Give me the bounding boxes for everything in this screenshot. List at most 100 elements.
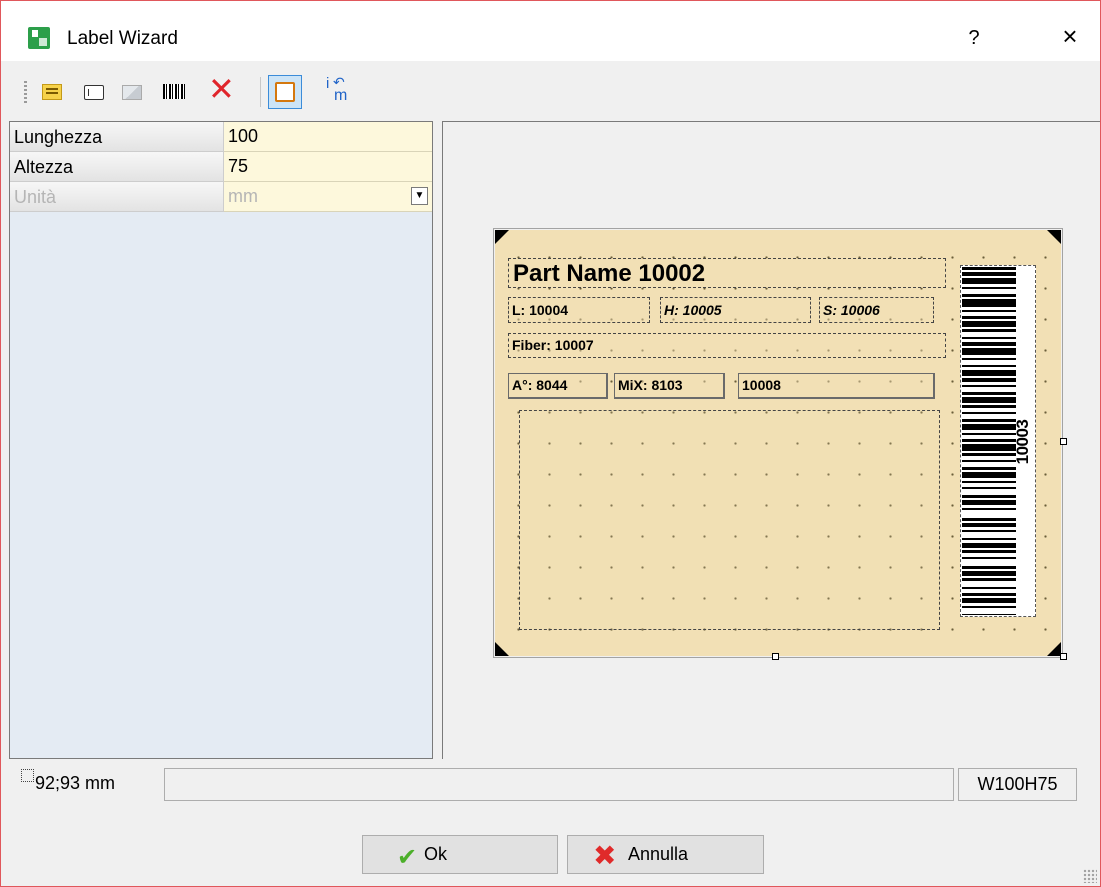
property-row-lunghezza: Lunghezza 100 — [10, 122, 432, 152]
barcode-bar — [962, 460, 1016, 462]
barcode-value: 10003 — [1013, 419, 1032, 465]
barcode-bar — [962, 433, 1016, 435]
delete-icon: ✕ — [208, 71, 235, 107]
resize-handle-corner[interactable] — [1060, 653, 1067, 660]
unit-value: mm — [228, 186, 258, 206]
add-field-button[interactable] — [81, 77, 107, 105]
resize-handle-right[interactable] — [1060, 438, 1067, 445]
label-field-image-area[interactable] — [519, 410, 940, 630]
resize-handle-bottom[interactable] — [772, 653, 779, 660]
property-name: Unità — [10, 182, 224, 212]
barcode-bar — [962, 424, 1016, 430]
barcode-bar — [962, 310, 1016, 312]
unit-icon-m: m — [334, 87, 348, 104]
label-field-length[interactable]: L: 10004 — [508, 297, 650, 323]
checkmark-icon: ✔ — [397, 844, 418, 871]
barcode-bar — [962, 267, 1016, 270]
barcode-bar — [962, 538, 1016, 540]
barcode-bar — [962, 518, 1016, 521]
barcode-bar — [962, 299, 1016, 307]
label-field-height[interactable]: H: 10005 — [660, 297, 811, 323]
unit-icon-i: i — [326, 75, 330, 92]
label-field-angle[interactable]: A°: 8044 — [508, 373, 608, 399]
barcode-bar — [962, 606, 1016, 608]
add-barcode-button[interactable] — [161, 77, 187, 105]
title-bar: Label Wizard ? × — [1, 1, 1100, 61]
barcode-bar — [962, 287, 1016, 289]
barcode-bar — [962, 321, 1016, 327]
cancel-icon: ✖ — [593, 840, 617, 871]
barcode-bar — [962, 358, 1016, 360]
barcode-bar — [962, 550, 1016, 553]
corner-mark-top-left — [495, 230, 509, 244]
property-row-altezza: Altezza 75 — [10, 152, 432, 182]
cursor-position: 92;93 mm — [35, 773, 116, 793]
barcode-bar — [962, 444, 1016, 451]
barcode-bar — [962, 272, 1016, 276]
barcode-bar — [962, 614, 1016, 615]
toolbar: ✕ i ↶ m — [1, 67, 1100, 119]
window-resize-grip[interactable] — [1083, 869, 1097, 883]
label-field-thickness[interactable]: S: 10006 — [819, 297, 934, 323]
frame-button[interactable] — [268, 75, 302, 109]
barcode-bar — [962, 316, 1016, 319]
window-title: Label Wizard — [67, 28, 178, 49]
barcode-bar — [962, 412, 1016, 414]
ok-button[interactable]: ✔ Ok — [362, 835, 558, 874]
barcode-bar — [962, 370, 1016, 376]
corner-mark-bottom-left — [495, 642, 509, 656]
label-field-code[interactable]: 10008 — [738, 373, 935, 399]
property-grid: Lunghezza 100 Altezza 75 Unità mm ▼ — [9, 121, 433, 759]
barcode-bar — [962, 294, 1016, 297]
label-field-mix[interactable]: MiX: 8103 — [614, 373, 725, 399]
field-icon — [84, 85, 104, 100]
barcode-bar — [962, 472, 1016, 478]
position-icon — [15, 766, 34, 788]
barcode-bar — [962, 439, 1016, 442]
barcode-bar — [962, 342, 1016, 346]
barcode-bar — [962, 337, 1016, 339]
app-icon — [28, 27, 50, 49]
barcode-bar — [962, 566, 1016, 569]
barcode-bar — [962, 598, 1016, 603]
label-field-fiber[interactable]: Fiber: 10007 — [508, 333, 946, 358]
barcode-bar — [962, 392, 1016, 395]
property-name[interactable]: Lunghezza — [10, 122, 224, 152]
add-image-button[interactable] — [119, 77, 145, 105]
barcode-bar — [962, 467, 1016, 470]
barcode-bar — [962, 365, 1016, 367]
cancel-button[interactable]: ✖ Annulla — [567, 835, 764, 874]
barcode-bar — [962, 571, 1016, 576]
corner-mark-top-right — [1047, 230, 1061, 244]
help-button[interactable]: ? — [959, 23, 989, 53]
cancel-label: Annulla — [628, 844, 689, 864]
barcode-bar — [962, 587, 1016, 589]
chevron-down-icon[interactable]: ▼ — [411, 187, 428, 205]
property-name[interactable]: Altezza — [10, 152, 224, 182]
toolbar-separator — [260, 77, 261, 107]
barcode-bar — [962, 508, 1016, 510]
property-value-altezza[interactable]: 75 — [224, 152, 432, 182]
barcode-bar — [962, 348, 1016, 355]
delete-button[interactable]: ✕ — [208, 73, 235, 105]
property-value-unita[interactable]: mm ▼ — [224, 182, 432, 212]
barcode-bar — [962, 495, 1016, 498]
label-wizard-window: Label Wizard ? × ✕ i ↶ m Lunghezza 100 A… — [0, 0, 1101, 887]
status-field — [164, 768, 954, 801]
unit-toggle-button[interactable]: i ↶ m — [323, 75, 349, 104]
barcode-bar — [962, 523, 1016, 527]
image-icon — [122, 85, 142, 100]
text-icon — [42, 84, 62, 100]
barcode-bar — [962, 329, 1016, 332]
label-field-part-name[interactable]: Part Name 10002 — [508, 258, 946, 288]
close-button[interactable]: × — [1055, 21, 1085, 51]
label-size-code: W100H75 — [958, 768, 1077, 801]
barcode-bar — [962, 419, 1016, 422]
property-value-lunghezza[interactable]: 100 — [224, 122, 432, 152]
toolbar-grip[interactable] — [24, 81, 27, 103]
barcode-bar — [962, 481, 1016, 483]
property-row-unita: Unità mm ▼ — [10, 182, 432, 212]
add-text-button[interactable] — [39, 77, 65, 105]
barcode-bar — [962, 593, 1016, 596]
frame-icon — [275, 82, 295, 102]
